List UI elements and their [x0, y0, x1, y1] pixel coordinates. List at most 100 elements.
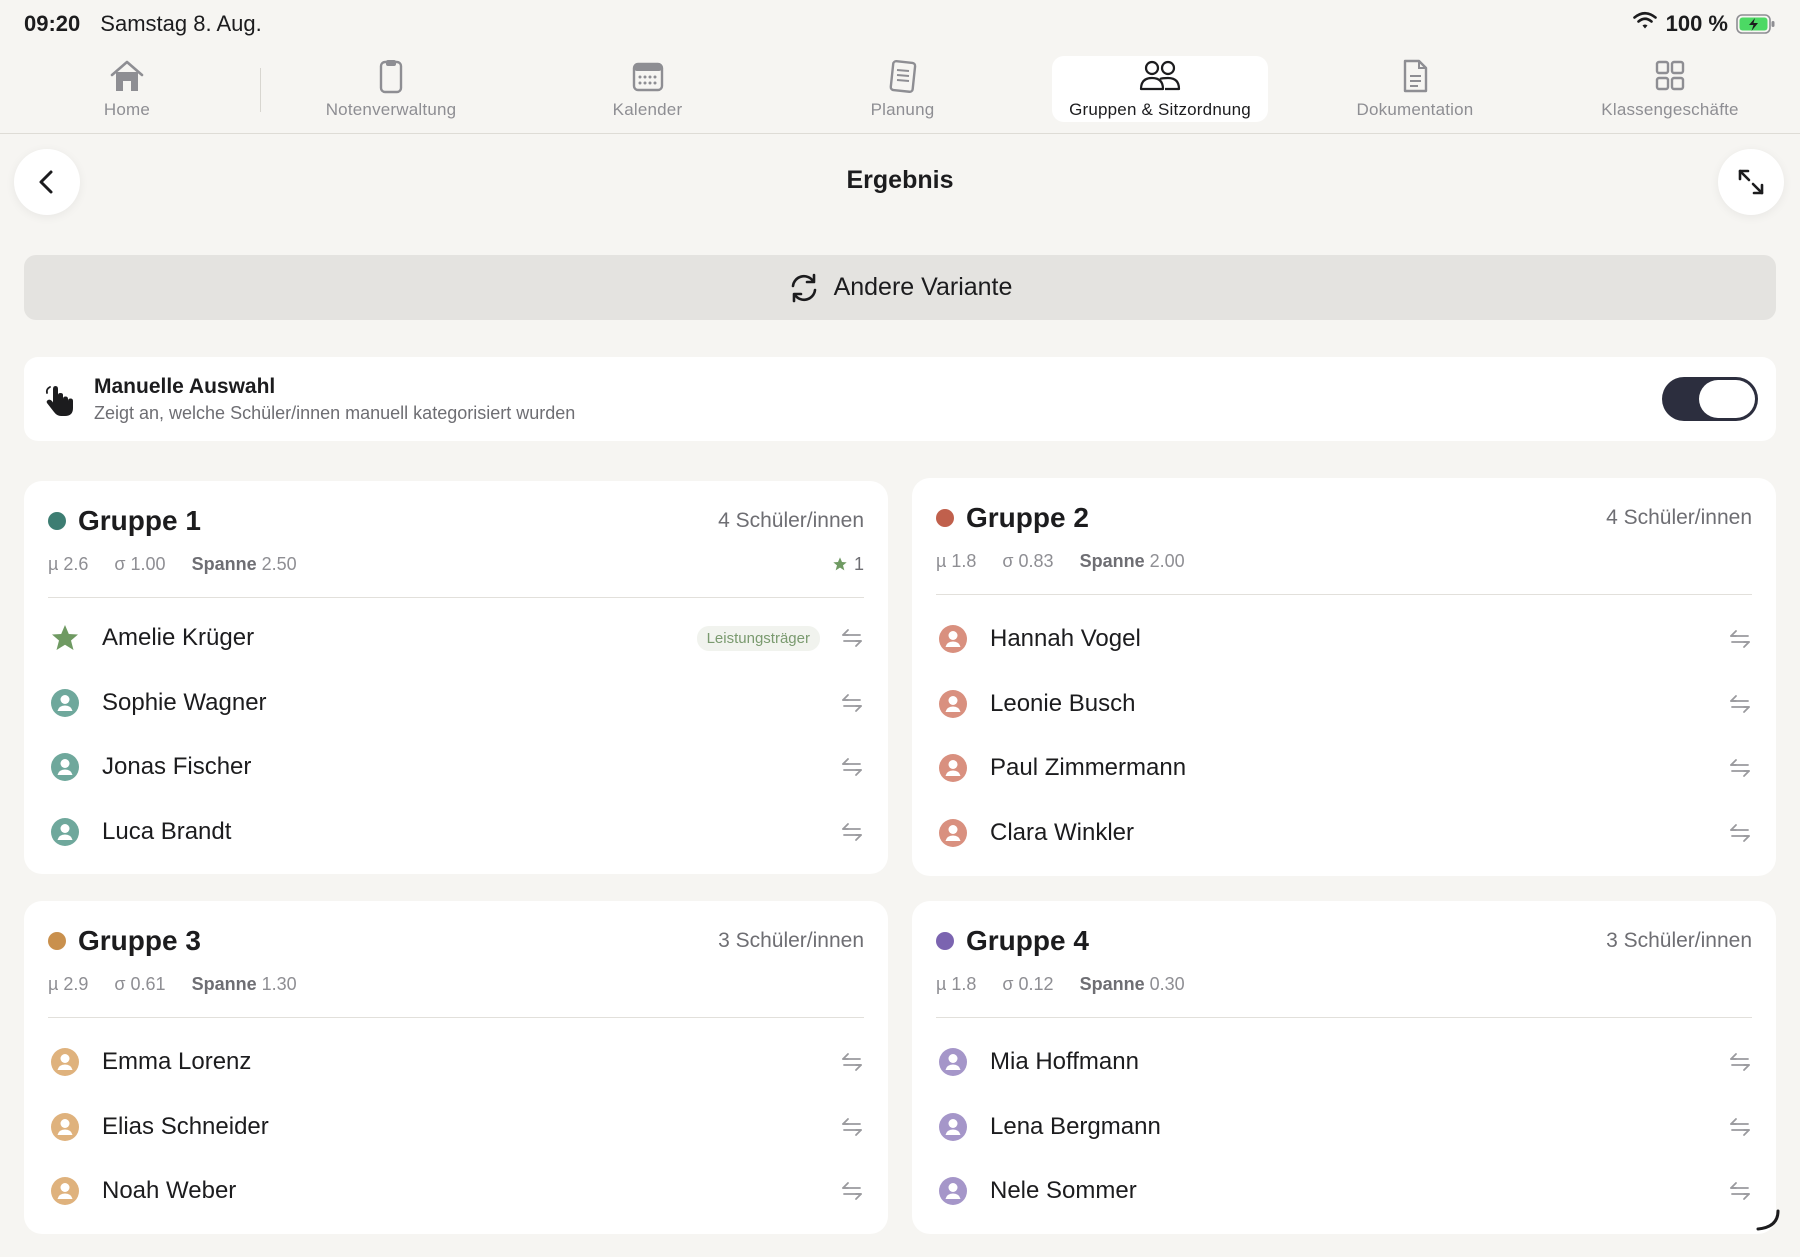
- tab-label: Dokumentation: [1356, 100, 1474, 119]
- swap-icon[interactable]: [1728, 1115, 1752, 1139]
- tab-dokumentation[interactable]: Dokumentation: [1350, 56, 1480, 122]
- manual-selection-subtitle: Zeigt an, welche Schüler/innen manuell k…: [94, 402, 576, 423]
- swap-icon[interactable]: [1728, 627, 1752, 651]
- span-value: 2.50: [261, 553, 297, 574]
- student-row[interactable]: Amelie Krüger Leistungsträger: [48, 606, 864, 671]
- span-label: Spanne: [191, 973, 257, 994]
- group-name: Gruppe 1: [78, 505, 201, 536]
- tab-divider: [260, 68, 261, 112]
- span-label: Spanne: [1079, 550, 1145, 571]
- other-variant-label: Andere Variante: [833, 273, 1013, 301]
- group-count: 4 Schüler/innen: [718, 509, 864, 532]
- group-span: Spanne 2.00: [1080, 551, 1185, 572]
- swap-icon[interactable]: [840, 1115, 864, 1139]
- home-icon: [110, 60, 144, 91]
- status-bar: 09:20 Samstag 8. Aug. 100 %: [0, 0, 1800, 48]
- student-row[interactable]: Emma Lorenz: [48, 1030, 864, 1095]
- group-card-3: Gruppe 3 3 Schüler/innen µ 2.9 σ 0.61 Sp…: [24, 901, 888, 1234]
- group-count: 3 Schüler/innen: [1606, 929, 1752, 952]
- wifi-icon: [1632, 11, 1658, 37]
- person-circle-icon: [51, 753, 79, 782]
- student-name: Elias Schneider: [102, 1112, 269, 1140]
- swap-icon[interactable]: [840, 755, 864, 779]
- group-mean: µ 1.8: [936, 973, 977, 994]
- tab-label: Gruppen & Sitzordnung: [1069, 100, 1251, 119]
- person-circle-icon: [939, 754, 967, 783]
- performer-badge: Leistungsträger: [696, 625, 820, 651]
- manual-selection-toggle[interactable]: [1662, 377, 1758, 421]
- group-name: Gruppe 3: [78, 925, 201, 956]
- student-row[interactable]: Hannah Vogel: [936, 607, 1752, 672]
- swap-icon[interactable]: [840, 691, 864, 715]
- tab-kalender[interactable]: Kalender: [590, 56, 705, 122]
- student-name: Mia Hoffmann: [990, 1048, 1139, 1076]
- student-name: Leonie Busch: [990, 689, 1136, 717]
- calendar-icon: [632, 62, 663, 92]
- notebook-icon: [889, 60, 916, 93]
- manual-selection-title: Manuelle Auswahl: [94, 374, 276, 398]
- tab-bar: Home Notenverwaltung Kalender Planung Gr…: [0, 48, 1800, 134]
- star-icon: [52, 625, 78, 651]
- swap-icon[interactable]: [1728, 821, 1752, 845]
- expand-button[interactable]: [1718, 149, 1784, 215]
- student-name: Jonas Fischer: [102, 753, 252, 781]
- student-row[interactable]: Leonie Busch: [936, 672, 1752, 737]
- swap-icon[interactable]: [1728, 1050, 1752, 1074]
- student-row[interactable]: Lena Bergmann: [936, 1095, 1752, 1160]
- swap-icon[interactable]: [840, 1179, 864, 1203]
- person-circle-icon: [939, 1177, 967, 1206]
- tab-planung[interactable]: Planung: [850, 56, 955, 122]
- person-circle-icon: [939, 689, 967, 718]
- person-circle-icon: [939, 818, 967, 847]
- swap-icon[interactable]: [1728, 692, 1752, 716]
- student-row[interactable]: Luca Brandt: [48, 800, 864, 865]
- tab-home[interactable]: Home: [77, 56, 177, 122]
- person-circle-icon: [51, 1177, 79, 1206]
- student-name: Luca Brandt: [102, 817, 232, 845]
- student-row[interactable]: Clara Winkler: [936, 801, 1752, 866]
- student-row[interactable]: Noah Weber: [48, 1159, 864, 1224]
- swap-icon[interactable]: [1728, 756, 1752, 780]
- group-span: Spanne 2.50: [192, 554, 297, 575]
- swap-icon[interactable]: [1728, 1179, 1752, 1203]
- swap-icon[interactable]: [840, 626, 864, 650]
- tab-klassengeschaefte[interactable]: Klassengeschäfte: [1590, 56, 1750, 122]
- student-name: Lena Bergmann: [990, 1112, 1161, 1140]
- group-color-dot: [48, 512, 66, 530]
- swap-icon[interactable]: [840, 1050, 864, 1074]
- student-row[interactable]: Elias Schneider: [48, 1095, 864, 1160]
- tab-label: Kalender: [612, 100, 683, 119]
- student-row[interactable]: Nele Sommer: [936, 1159, 1752, 1224]
- span-label: Spanne: [1079, 973, 1145, 994]
- battery-charging-icon: [1736, 13, 1776, 35]
- group-mean: µ 2.6: [48, 553, 89, 574]
- battery-percent: 100 %: [1665, 11, 1728, 36]
- student-row[interactable]: Sophie Wagner: [48, 671, 864, 736]
- other-variant-button[interactable]: Andere Variante: [24, 255, 1776, 320]
- student-row[interactable]: Mia Hoffmann: [936, 1030, 1752, 1095]
- student-row[interactable]: Paul Zimmermann: [936, 736, 1752, 801]
- group-mean: µ 2.9: [48, 973, 89, 994]
- student-name: Noah Weber: [102, 1177, 237, 1205]
- page-title: Ergebnis: [846, 166, 954, 194]
- document-icon: [1403, 59, 1428, 93]
- tab-notenverwaltung[interactable]: Notenverwaltung: [306, 56, 476, 122]
- expand-arrows-icon: [1738, 169, 1764, 195]
- status-date: Samstag 8. Aug.: [100, 11, 262, 36]
- manual-selection-card: Manuelle Auswahl Zeigt an, welche Schüle…: [24, 357, 1776, 441]
- status-time: 09:20: [24, 11, 81, 36]
- tab-label: Home: [103, 100, 151, 119]
- tab-gruppen-sitzordnung[interactable]: Gruppen & Sitzordnung: [1052, 56, 1268, 122]
- group-color-dot: [936, 509, 954, 527]
- span-value: 1.30: [261, 973, 297, 994]
- group-card-4: Gruppe 4 3 Schüler/innen µ 1.8 σ 0.12 Sp…: [912, 901, 1776, 1234]
- student-name: Hannah Vogel: [990, 625, 1141, 653]
- group-color-dot: [48, 932, 66, 950]
- star-count: 1: [832, 554, 864, 575]
- hand-pointer-icon: [45, 386, 73, 416]
- student-row[interactable]: Jonas Fischer: [48, 735, 864, 800]
- resize-grabber-icon[interactable]: [1752, 1205, 1782, 1235]
- swap-icon[interactable]: [840, 820, 864, 844]
- people-icon: [1139, 60, 1181, 91]
- group-span: Spanne 0.30: [1080, 974, 1185, 995]
